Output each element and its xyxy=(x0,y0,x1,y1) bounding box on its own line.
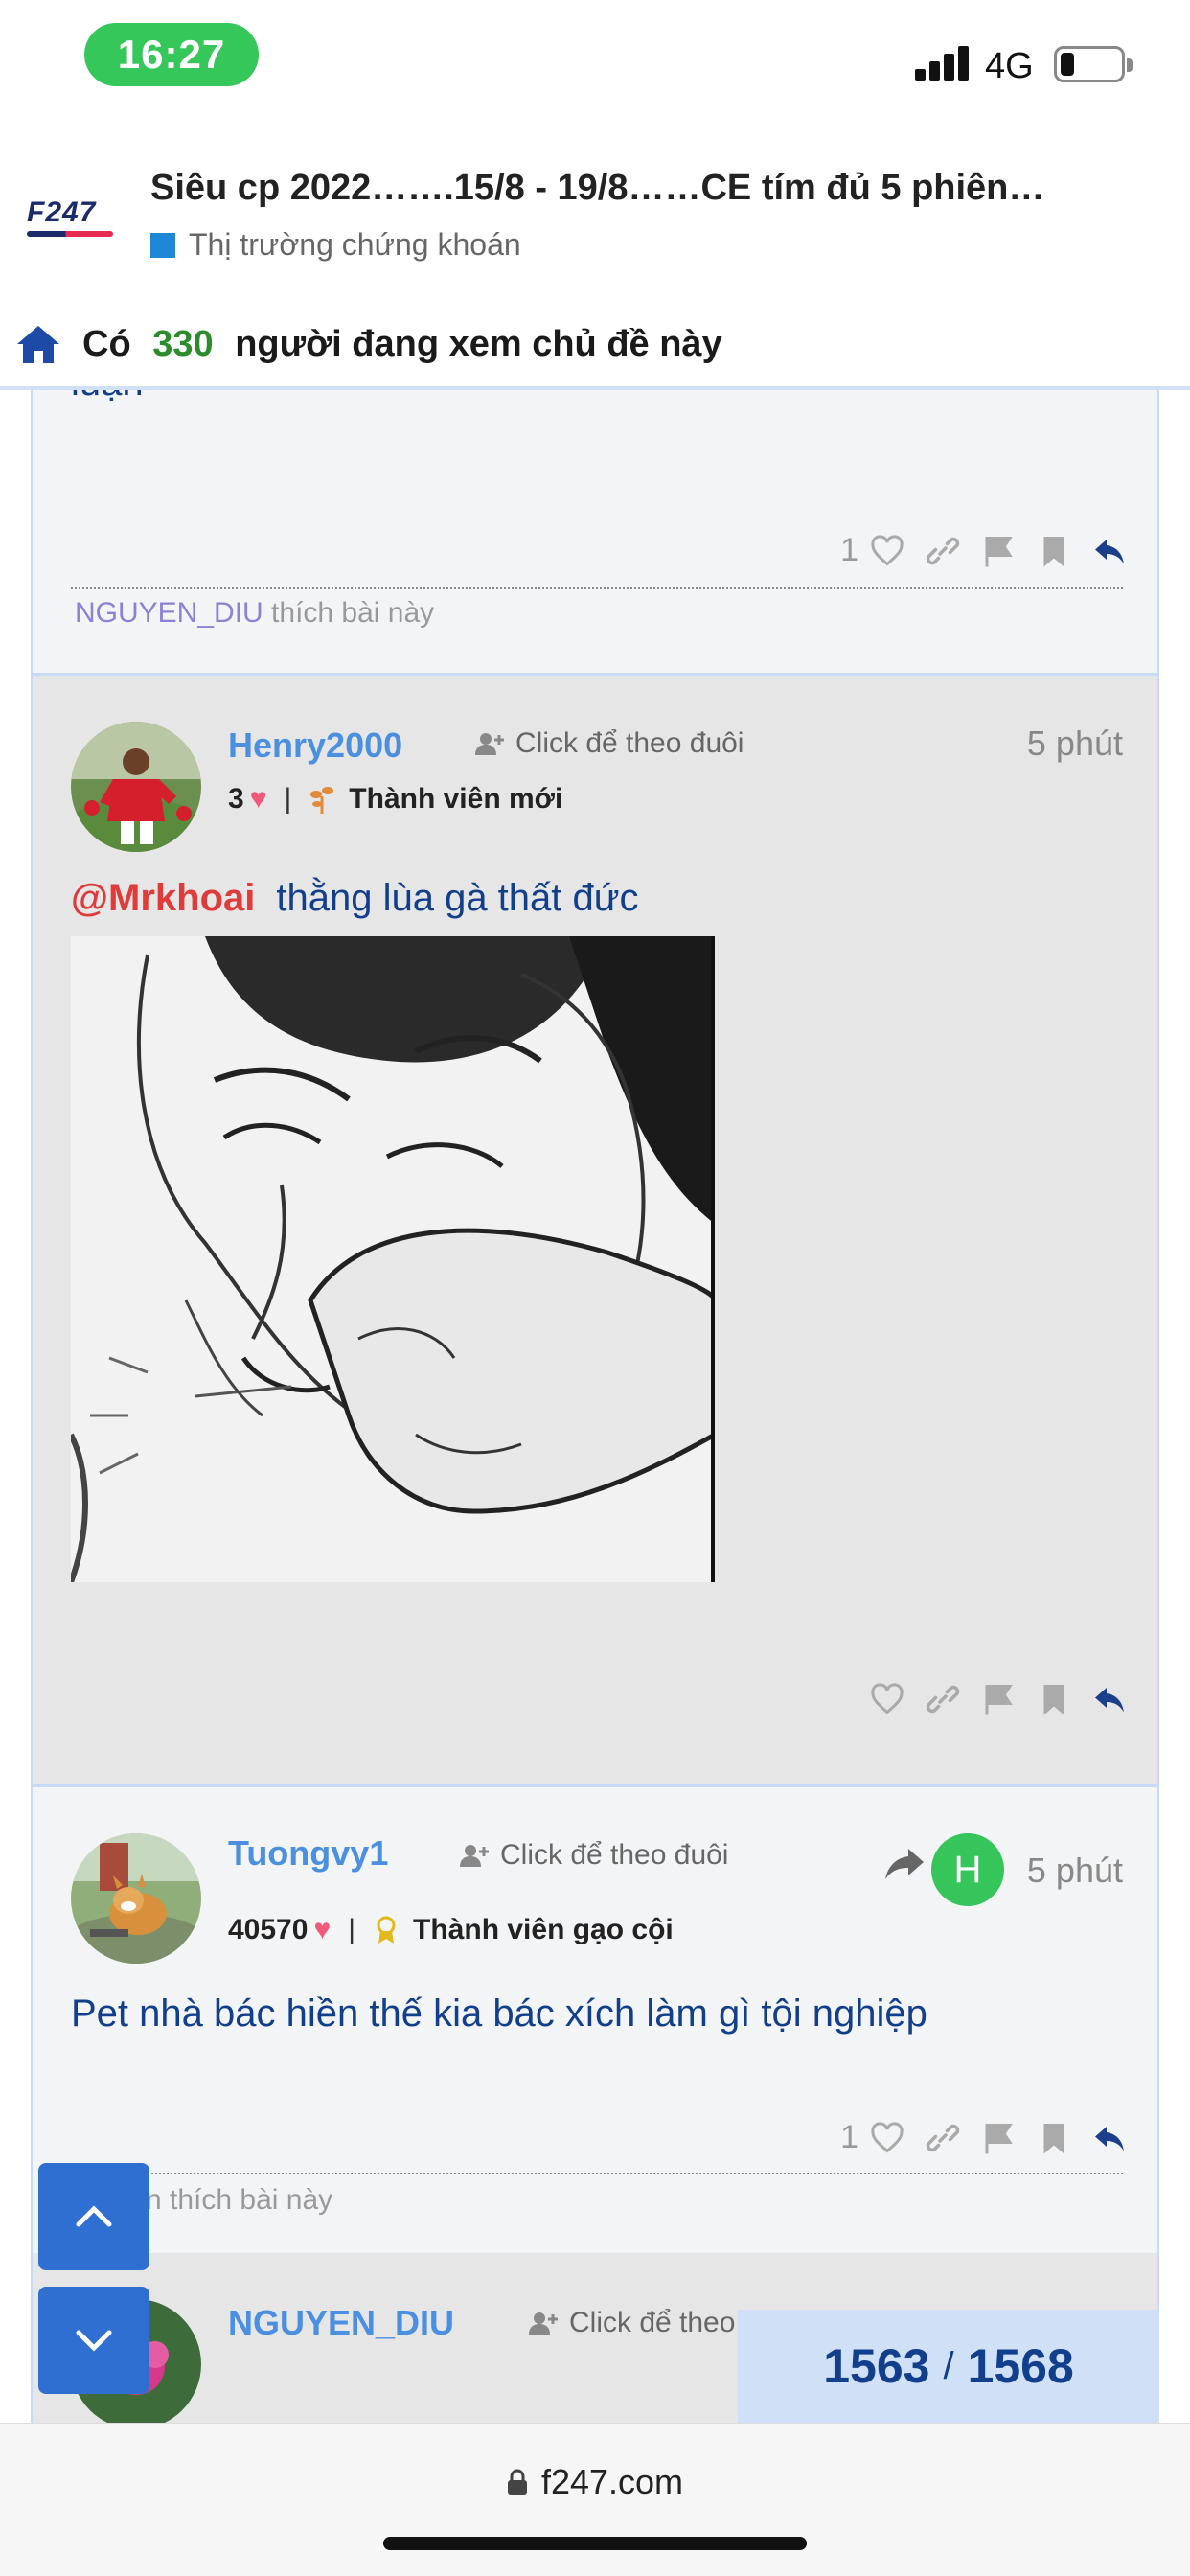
post-time[interactable]: 5 phút xyxy=(1027,1851,1123,1891)
status-bar: 16:27 4G xyxy=(0,0,1190,129)
username[interactable]: Tuongvy1 xyxy=(228,1833,388,1874)
post-actions: 1 xyxy=(840,532,1127,569)
category-color-square xyxy=(150,232,175,258)
heart-icon[interactable] xyxy=(870,534,904,568)
like-count: 1 xyxy=(840,2119,858,2155)
chevron-up-icon xyxy=(76,2205,112,2227)
username[interactable]: NGUYEN_DIU xyxy=(228,2303,454,2343)
scroll-up-button[interactable] xyxy=(38,2163,149,2270)
user-plus-icon xyxy=(460,1845,489,1867)
status-time: 16:27 xyxy=(84,23,259,86)
flag-icon[interactable] xyxy=(981,534,1016,568)
home-indicator[interactable] xyxy=(383,2537,807,2550)
lock-icon xyxy=(507,2469,527,2495)
liked-by: n thích bài này xyxy=(146,2184,333,2216)
reply-icon[interactable] xyxy=(1092,1682,1127,1716)
flag-icon[interactable] xyxy=(981,2121,1016,2155)
follow-button[interactable]: Click để theo đuôi xyxy=(460,1839,728,1872)
follow-button[interactable]: Click để theo đuôi xyxy=(475,727,744,760)
heart-icon[interactable] xyxy=(870,2121,904,2155)
scroll-down-button[interactable] xyxy=(38,2287,149,2394)
post: Henry2000 Click để theo đuôi 5 phút 3 ♥ … xyxy=(31,676,1159,1787)
like-count: 1 xyxy=(840,532,858,568)
link-icon[interactable] xyxy=(926,534,960,568)
screen: 16:27 4G F247 Siêu cp 2022…….15/8 - 19/8… xyxy=(0,0,1190,2576)
follow-button[interactable]: Click để theo xyxy=(529,2307,735,2339)
mention-link[interactable]: @Mrkhoai xyxy=(71,877,255,919)
link-icon[interactable] xyxy=(926,1682,960,1716)
divider xyxy=(71,2173,1123,2174)
post-content: Pet nhà bác hiền thế kia bác xích làm gì… xyxy=(71,1992,927,2035)
username[interactable]: Henry2000 xyxy=(228,725,402,766)
post-content: luận xyxy=(71,390,144,404)
viewers-bar: Có 330 người đang xem chủ đề này xyxy=(0,302,1190,390)
post-content: @Mrkhoai thằng lùa gà thất đức xyxy=(71,877,639,919)
heart-icon: ♥ xyxy=(313,1914,332,1945)
post-image[interactable] xyxy=(71,936,715,1582)
network-type: 4G xyxy=(985,46,1034,86)
home-icon[interactable] xyxy=(15,323,61,365)
rank-label: Thành viên gạo cội xyxy=(413,1914,674,1945)
reply-icon[interactable] xyxy=(1092,534,1127,568)
heart-count: 3 xyxy=(228,783,244,815)
rank-medal-icon xyxy=(377,1916,396,1944)
reply-to-arrow-icon xyxy=(885,1849,924,1879)
heart-count: 40570 xyxy=(228,1914,309,1945)
bookmark-icon[interactable] xyxy=(1037,2121,1071,2155)
thread-header: F247 Siêu cp 2022…….15/8 - 19/8……CE tím … xyxy=(0,129,1190,302)
avatar[interactable] xyxy=(71,1833,201,1964)
browser-address-bar[interactable]: f247.com xyxy=(0,2423,1190,2576)
battery-icon xyxy=(1054,46,1133,82)
user-meta: 3 ♥ | Thành viên mới xyxy=(228,783,563,815)
logo-text: F247 xyxy=(27,196,97,228)
bookmark-icon[interactable] xyxy=(1037,534,1071,568)
user-plus-icon xyxy=(475,733,504,755)
thread-category[interactable]: Thị trường chứng khoán xyxy=(150,227,521,263)
post-actions: 1 xyxy=(840,2119,1127,2156)
thread-title[interactable]: Siêu cp 2022…….15/8 - 19/8……CE tím đủ 5 … xyxy=(150,168,1166,209)
chevron-down-icon xyxy=(76,2330,112,2352)
category-label: Thị trường chứng khoán xyxy=(189,227,521,262)
rank-label: Thành viên mới xyxy=(349,783,563,815)
cellular-signal-icon xyxy=(915,46,971,80)
post-progress-indicator[interactable]: 1563 / 1568 xyxy=(738,2310,1159,2423)
site-logo[interactable]: F247 xyxy=(27,196,121,244)
user-plus-icon xyxy=(529,2312,558,2334)
heart-icon: ♥ xyxy=(249,783,267,815)
total-posts: 1568 xyxy=(967,2339,1074,2393)
liked-by-user[interactable]: NGUYEN_DIU xyxy=(75,597,263,629)
liked-by: NGUYEN_DIU thích bài này xyxy=(75,597,435,629)
user-meta: 40570 ♥ | Thành viên gạo cội xyxy=(228,1914,674,1945)
heart-icon[interactable] xyxy=(870,1682,904,1716)
divider xyxy=(71,587,1123,589)
current-post-number: 1563 xyxy=(823,2339,930,2393)
url-text: f247.com xyxy=(540,2462,684,2501)
reply-to-avatar[interactable]: H xyxy=(931,1833,1004,1906)
viewers-count: 330 xyxy=(152,323,214,364)
post-actions xyxy=(870,1682,1127,1716)
flag-icon[interactable] xyxy=(981,1682,1016,1716)
post-stream: luận 1 NGUYEN_DIU thích bài này xyxy=(31,390,1159,2423)
avatar[interactable] xyxy=(71,722,201,852)
viewers-text: Có 330 người đang xem chủ đề này xyxy=(82,323,722,364)
post-time[interactable]: 5 phút xyxy=(1027,724,1123,764)
link-icon[interactable] xyxy=(926,2121,960,2155)
rank-sprout-icon xyxy=(310,787,334,814)
bookmark-icon[interactable] xyxy=(1037,1682,1071,1716)
reply-icon[interactable] xyxy=(1092,2121,1127,2155)
post: luận 1 NGUYEN_DIU thích bài này xyxy=(31,390,1159,676)
